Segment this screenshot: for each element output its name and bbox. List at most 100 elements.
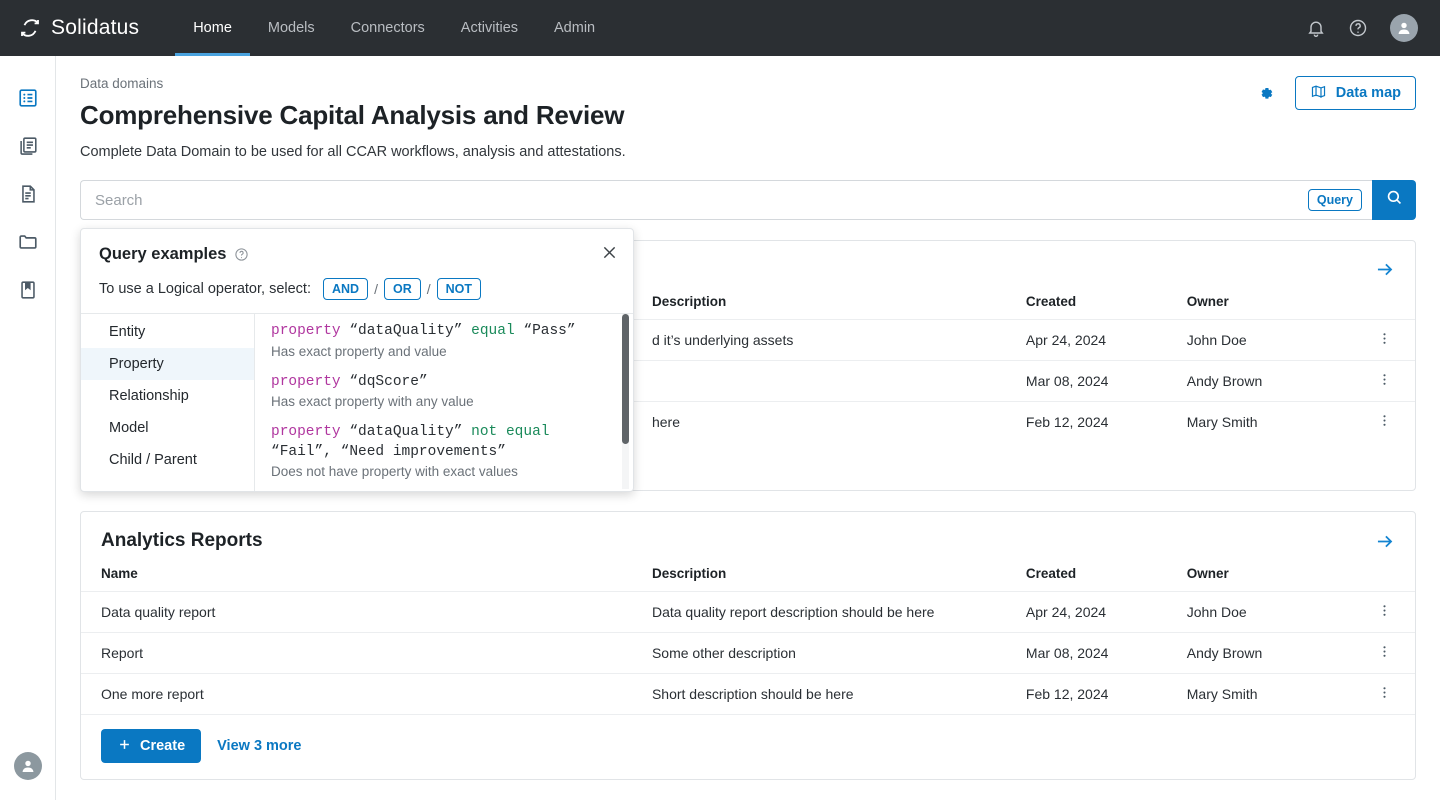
column-header-owner[interactable]: Owner [1179, 294, 1355, 320]
example-keyword: property [271, 373, 341, 390]
category-item-entity[interactable]: Entity [81, 316, 254, 348]
nav-link-admin[interactable]: Admin [536, 0, 613, 56]
help-circle-icon[interactable] [1348, 18, 1368, 38]
nav-link-connectors[interactable]: Connectors [333, 0, 443, 56]
example-item: property “dataQuality” not equal “Fail”,… [271, 423, 613, 479]
column-header-name[interactable]: Name [81, 566, 644, 592]
cell-description: Data quality report description should b… [643, 591, 1018, 633]
operator-separator: / [426, 281, 431, 297]
column-header-actions [1355, 566, 1415, 592]
example-argument: “dataQuality” [349, 424, 463, 441]
nav-link-models[interactable]: Models [250, 0, 333, 56]
top-navigation-bar: Solidatus Home Models Connectors Activit… [0, 0, 1440, 56]
avatar[interactable] [14, 752, 42, 780]
cell-owner: John Doe [1178, 591, 1355, 633]
document-icon [17, 183, 39, 210]
operator-and-button[interactable]: AND [323, 278, 369, 300]
nav-link-activities[interactable]: Activities [443, 0, 536, 56]
popup-header: Query examples To use a Logical operator… [81, 229, 633, 300]
kebab-menu-icon[interactable] [1376, 330, 1393, 347]
column-header-description[interactable]: Description [644, 566, 1018, 592]
sidebar-item-folder[interactable] [4, 220, 52, 268]
create-button[interactable]: Create [101, 729, 202, 763]
sidebar-item-document[interactable] [4, 172, 52, 220]
bell-icon[interactable] [1306, 18, 1326, 38]
gear-icon[interactable] [1256, 84, 1275, 103]
breadcrumb[interactable]: Data domains [80, 76, 1416, 91]
sidebar-item-list-view[interactable] [4, 76, 52, 124]
kebab-menu-icon[interactable] [1376, 412, 1393, 429]
nav-links: Home Models Connectors Activities Admin [175, 0, 613, 56]
nav-link-home[interactable]: Home [175, 0, 250, 56]
page-subtitle: Complete Data Domain to be used for all … [80, 144, 626, 160]
list-view-icon [17, 87, 39, 114]
brand-name: Solidatus [51, 16, 140, 39]
kebab-menu-icon[interactable] [1376, 643, 1393, 660]
column-header-actions [1355, 294, 1415, 320]
example-code: property “dqScore” [271, 373, 613, 393]
solidatus-logo-icon [18, 16, 42, 40]
arrow-right-icon[interactable] [1374, 259, 1395, 280]
arrow-right-icon[interactable] [1374, 531, 1395, 552]
close-icon[interactable] [600, 243, 619, 262]
column-header-owner[interactable]: Owner [1179, 566, 1355, 592]
kebab-menu-icon[interactable] [1376, 371, 1393, 388]
query-chip-button[interactable]: Query [1307, 189, 1362, 211]
cell-actions [1354, 401, 1415, 442]
page-header: Data domains Comprehensive Capital Analy… [56, 56, 1440, 160]
sidebar-item-documents[interactable] [4, 124, 52, 172]
header-actions: Data map [1256, 76, 1416, 110]
search-submit-button[interactable] [1372, 180, 1416, 220]
operator-not-button[interactable]: NOT [436, 278, 482, 300]
cell-created: Apr 24, 2024 [1017, 591, 1179, 633]
cell-created: Mar 08, 2024 [1017, 360, 1179, 402]
cell-description: here [643, 401, 1018, 442]
examples-panel[interactable]: property “dataQuality” equal “Pass” Has … [255, 314, 633, 491]
folder-icon [17, 231, 39, 258]
data-map-button[interactable]: Data map [1294, 76, 1416, 110]
example-code: property “dataQuality” not equal “Fail”,… [271, 423, 613, 462]
card-title: Analytics Reports [101, 530, 263, 551]
search-input[interactable] [95, 191, 1308, 209]
view-more-link[interactable]: View 3 more [217, 738, 301, 754]
example-argument: “dataQuality” [349, 323, 463, 339]
category-item-model[interactable]: Model [81, 412, 254, 444]
cell-description: Short description should be here [643, 673, 1018, 714]
table-header: Name Description Created Owner [81, 566, 1415, 592]
cell-created: Apr 24, 2024 [1017, 319, 1179, 361]
column-header-created[interactable]: Created [1018, 566, 1179, 592]
help-circle-icon[interactable] [234, 247, 249, 262]
example-code: property “dataQuality” equal “Pass” [271, 322, 613, 342]
logical-operator-row: To use a Logical operator, select: AND /… [99, 278, 615, 300]
category-item-child-parent[interactable]: Child / Parent [81, 444, 254, 476]
cell-actions [1354, 673, 1415, 714]
operator-or-button[interactable]: OR [383, 278, 421, 300]
brand-logo[interactable]: Solidatus [18, 16, 139, 40]
category-item-relationship[interactable]: Relationship [81, 380, 254, 412]
sidebar-item-bookmark[interactable] [4, 268, 52, 316]
sidebar-footer [0, 752, 56, 780]
avatar[interactable] [1390, 14, 1418, 42]
create-label: Create [140, 738, 186, 754]
left-sidebar [0, 56, 56, 800]
column-header-created[interactable]: Created [1018, 294, 1179, 320]
kebab-menu-icon[interactable] [1376, 602, 1393, 619]
cell-description [643, 360, 1018, 402]
table-row[interactable]: One more report Short description should… [81, 673, 1415, 714]
popup-title: Query examples [99, 245, 227, 263]
nav-right-actions [1306, 14, 1418, 42]
table-row[interactable]: Data quality report Data quality report … [81, 591, 1415, 633]
table-row[interactable]: Report Some other description Mar 08, 20… [81, 632, 1415, 674]
category-item-property[interactable]: Property [81, 348, 254, 380]
kebab-menu-icon[interactable] [1376, 684, 1393, 701]
example-description: Has exact property with any value [271, 394, 474, 410]
cell-name: Report [81, 632, 644, 674]
search-box[interactable]: Query [80, 180, 1372, 220]
cell-actions [1354, 360, 1415, 402]
example-description: Has exact property and value [271, 343, 447, 359]
examples-scrollbar-thumb[interactable] [622, 314, 629, 444]
table-header-row: Name Description Created Owner [81, 566, 1415, 592]
card-analytics-reports: Analytics Reports Name Description Creat… [80, 511, 1416, 780]
column-header-description[interactable]: Description [644, 294, 1018, 320]
table-body: Data quality report Data quality report … [81, 591, 1415, 714]
